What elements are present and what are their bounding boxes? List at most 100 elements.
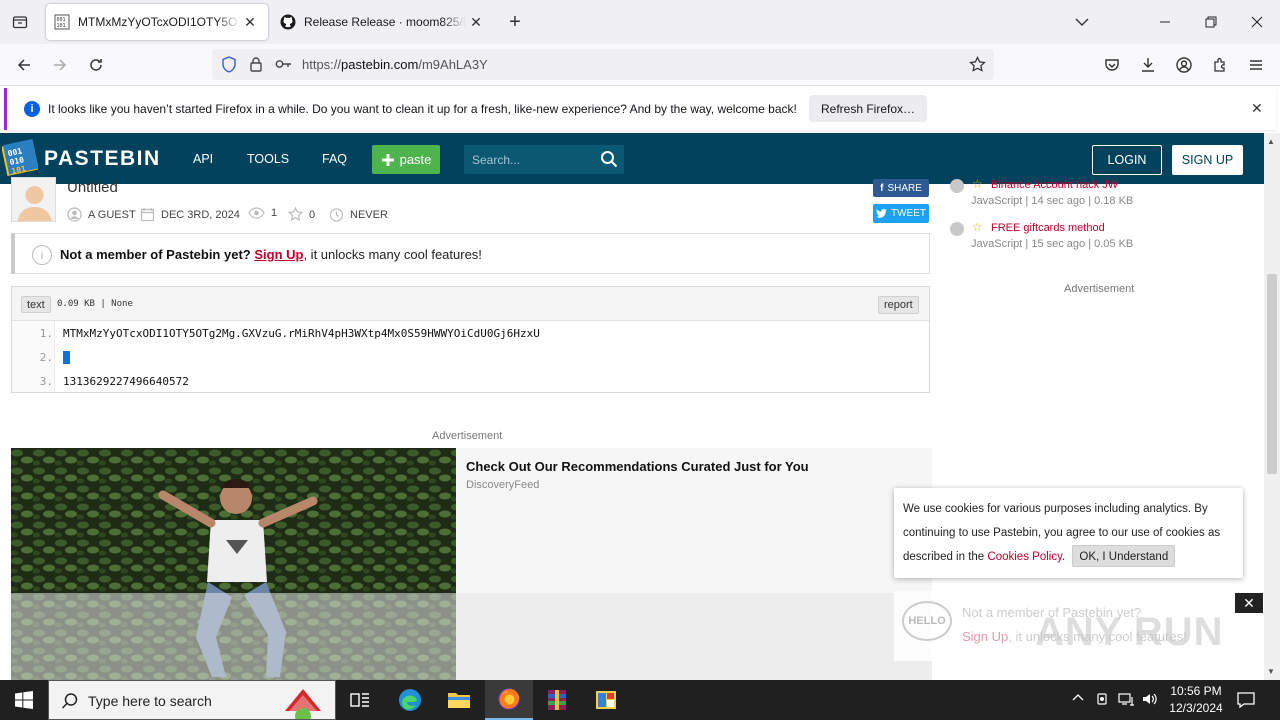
signup-link[interactable]: Sign Up: [254, 247, 303, 262]
window-close-icon[interactable]: [1243, 8, 1271, 36]
info-icon: i: [24, 101, 40, 117]
recent-paste-meta: JavaScript | 14 sec ago | 0.18 KB: [971, 195, 1134, 207]
hello-badge-icon: HELLO: [902, 601, 952, 641]
downloads-icon[interactable]: [1135, 53, 1161, 77]
notification-close-icon[interactable]: ✕: [1251, 100, 1263, 117]
back-icon[interactable]: [11, 53, 37, 77]
pastebin-brand[interactable]: PASTEBIN: [44, 147, 161, 171]
paste-size: 0.09 KB | None: [57, 299, 133, 309]
page-scrollbar[interactable]: ▲ ▼: [1264, 133, 1280, 680]
lock-icon[interactable]: [249, 56, 263, 73]
language-badge[interactable]: text: [21, 296, 51, 313]
facebook-share-button[interactable]: f SHARE: [873, 179, 929, 197]
pastebin-logo-icon[interactable]: 001 010 101: [2, 137, 38, 177]
recent-paste-title[interactable]: FREE giftcards method: [991, 222, 1105, 234]
meet-now-icon[interactable]: [1096, 692, 1110, 709]
expiry-text: NEVER: [350, 208, 388, 221]
report-button[interactable]: report: [878, 296, 919, 314]
paste-author[interactable]: A GUEST: [67, 207, 136, 222]
task-view-icon[interactable]: [336, 680, 384, 720]
url-text[interactable]: https://pastebin.com/m9AhLA3Y: [302, 57, 488, 72]
scroll-down-icon[interactable]: ▼: [1267, 667, 1275, 676]
popup-close-icon[interactable]: ✕: [1235, 593, 1263, 613]
avatar[interactable]: [11, 177, 56, 222]
github-icon: [280, 14, 296, 30]
ad-banner[interactable]: Check Out Our Recommendations Curated Ju…: [11, 448, 932, 680]
firefox-icon[interactable]: [485, 680, 533, 720]
member-notice-bold: Not a member of Pastebin yet?: [60, 247, 251, 262]
minimize-icon[interactable]: [1151, 8, 1179, 36]
tracking-shield-icon[interactable]: [221, 56, 237, 73]
paste-views: 1: [248, 207, 277, 219]
url-host: pastebin.com: [341, 57, 419, 72]
url-bar[interactable]: https://pastebin.com/m9AhLA3Y: [212, 49, 994, 80]
code-box: text 0.09 KB | None report 1. 2. 3. MTMx…: [11, 286, 930, 393]
tab-close-icon[interactable]: ✕: [466, 12, 486, 32]
search-icon[interactable]: [600, 150, 618, 168]
menu-hamburger-icon[interactable]: [1243, 53, 1269, 77]
login-button[interactable]: LOGIN: [1092, 145, 1162, 175]
edge-browser-icon[interactable]: [386, 680, 434, 720]
extensions-icon[interactable]: [1207, 53, 1233, 77]
ad-title[interactable]: Check Out Our Recommendations Curated Ju…: [466, 459, 809, 474]
search-highlight-icon: [285, 689, 321, 719]
search-input[interactable]: Search...: [464, 145, 624, 174]
forward-icon[interactable]: [47, 53, 73, 77]
taskbar-clock[interactable]: 10:56 PM 12/3/2024: [1166, 683, 1226, 717]
star-icon: ☆: [972, 177, 983, 191]
volume-icon[interactable]: [1142, 692, 1160, 709]
reload-icon[interactable]: [83, 53, 109, 77]
control-panel-icon[interactable]: [582, 680, 630, 720]
tab-list-icon[interactable]: [8, 11, 32, 33]
signup-button[interactable]: SIGN UP: [1172, 145, 1243, 175]
popup-signup-link[interactable]: Sign Up: [962, 629, 1008, 644]
account-icon[interactable]: [1171, 53, 1197, 77]
user-icon: [67, 207, 82, 222]
code-toolbar: text 0.09 KB | None report: [12, 287, 929, 321]
file-explorer-icon[interactable]: [435, 680, 483, 720]
nav-faq[interactable]: FAQ: [322, 152, 347, 166]
navigation-bar: https://pastebin.com/m9AhLA3Y: [0, 44, 1280, 86]
code-line[interactable]: MTMxMzYyOTcxODI1OTY5OTg2Mg.GXVzuG.rMiRhV…: [63, 327, 540, 340]
stars-count: 0: [309, 208, 316, 221]
windows-start-icon[interactable]: [0, 680, 48, 720]
pastebin-header: 001 010 101 PASTEBIN API TOOLS FAQ paste…: [0, 133, 1264, 184]
tab-title: MTMxMzYyOTcxODI1OTY5OTg2Mg.GXVzuG.rMiRh: [78, 15, 240, 29]
permissions-key-icon[interactable]: [275, 58, 293, 70]
cookie-accept-button[interactable]: OK, I Understand: [1072, 545, 1176, 567]
clock-time: 10:56 PM: [1170, 684, 1222, 698]
share-label: SHARE: [887, 182, 922, 194]
pocket-icon[interactable]: [1099, 53, 1125, 77]
tab-title: Release Release · moom825/Discord: [304, 15, 466, 29]
refresh-firefox-button[interactable]: Refresh Firefox…: [809, 95, 928, 122]
public-globe-icon: [950, 222, 964, 236]
windows-taskbar: Type here to search 10:56 PM 12/3/2024: [0, 680, 1280, 720]
nav-api[interactable]: API: [193, 152, 213, 166]
ad-source[interactable]: DiscoveryFeed: [466, 479, 539, 491]
new-tab-icon[interactable]: +: [503, 11, 527, 33]
tweet-label: TWEET: [891, 208, 926, 219]
paste-date: DEC 3RD, 2024: [140, 207, 240, 222]
bookmark-star-icon[interactable]: [969, 56, 986, 73]
list-all-tabs-chevron-icon[interactable]: [1068, 8, 1096, 36]
tab-github[interactable]: Release Release · moom825/Discord ✕: [272, 4, 494, 40]
cookie-text: We use cookies for various purposes incl…: [903, 497, 1237, 569]
tab-pastebin[interactable]: 001101 MTMxMzYyOTcxODI1OTY5OTg2Mg.GXVzuG…: [46, 4, 268, 40]
scroll-up-icon[interactable]: ▲: [1267, 137, 1275, 146]
new-paste-label: paste: [399, 152, 432, 167]
code-line[interactable]: 1313629227496640572: [63, 375, 189, 388]
new-paste-button[interactable]: paste: [372, 145, 440, 174]
show-hidden-icons-chevron-icon[interactable]: [1072, 692, 1084, 707]
recent-paste-title[interactable]: Binance Account hack JW: [991, 179, 1118, 191]
restore-icon[interactable]: [1197, 8, 1225, 36]
sidebar-advertisement-label: Advertisement: [1064, 283, 1135, 295]
scroll-thumb[interactable]: [1267, 274, 1277, 474]
notification-center-icon[interactable]: [1236, 690, 1258, 710]
winrar-icon[interactable]: [533, 680, 581, 720]
nav-tools[interactable]: TOOLS: [247, 152, 289, 166]
network-icon[interactable]: [1118, 692, 1136, 709]
taskbar-search-input[interactable]: Type here to search: [48, 680, 336, 720]
tab-close-icon[interactable]: ✕: [240, 12, 260, 32]
tweet-button[interactable]: TWEET: [873, 204, 929, 223]
cookies-policy-link[interactable]: Cookies Policy: [987, 551, 1062, 563]
